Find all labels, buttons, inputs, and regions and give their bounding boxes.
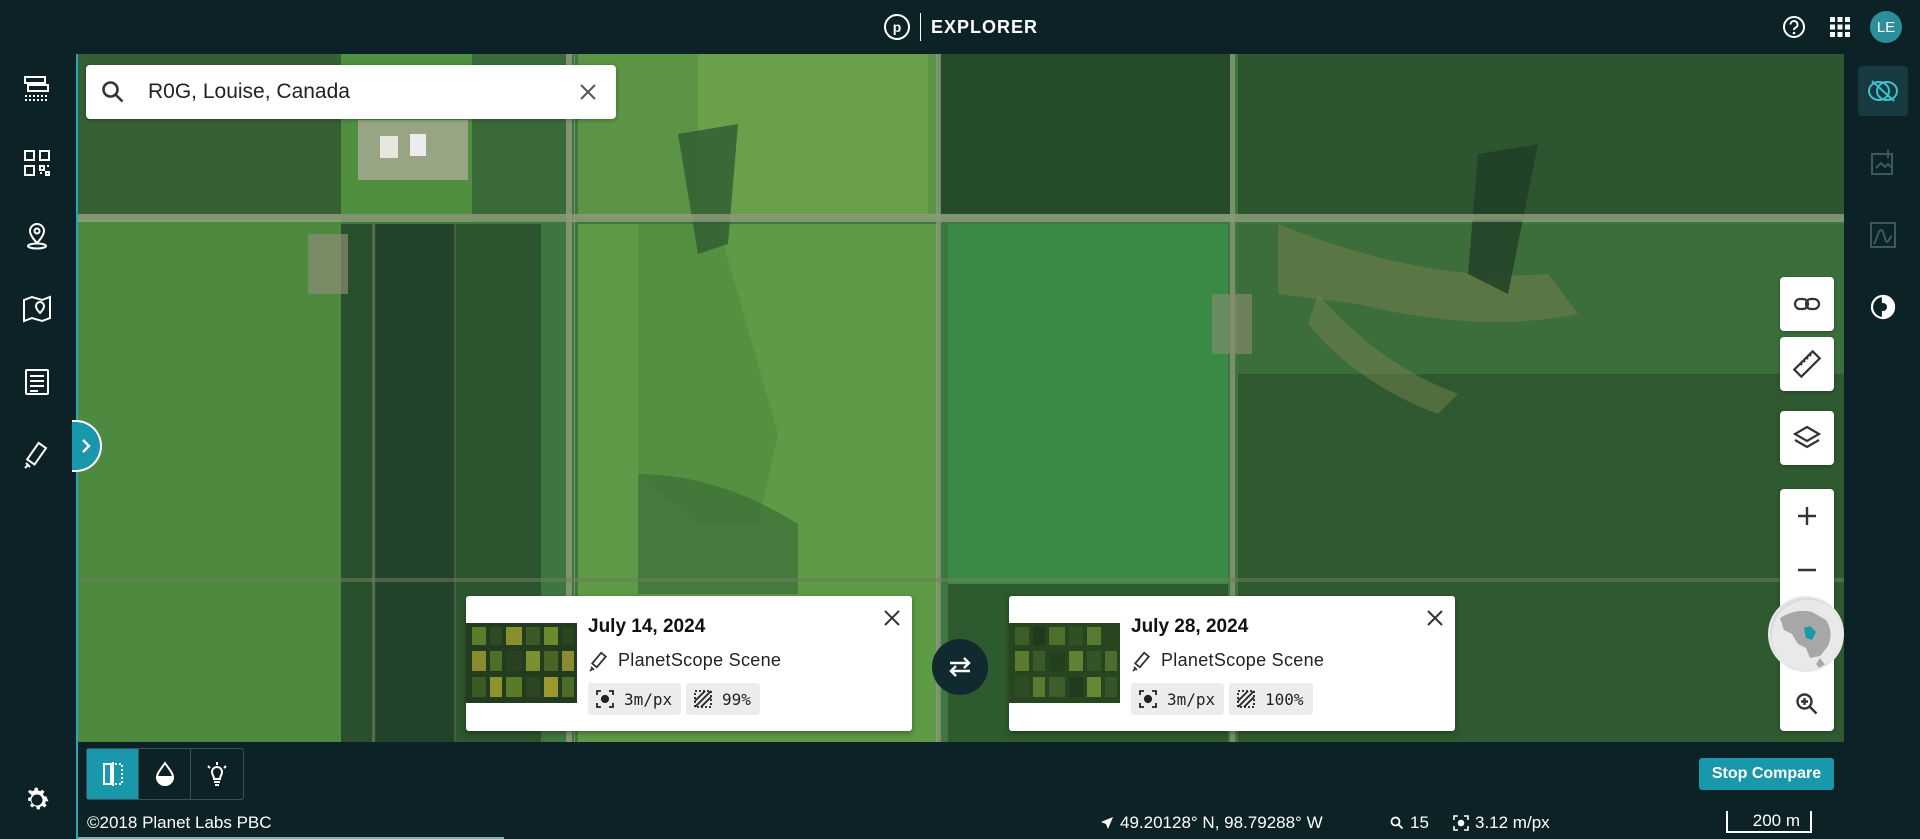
copyright-text: ©2018 Planet Labs PBC: [87, 813, 272, 832]
split-view-icon[interactable]: [87, 749, 139, 799]
scene-card-right[interactable]: July 28, 2024 PlanetScope Scene 3m/px 10…: [1009, 596, 1455, 731]
stop-compare-button[interactable]: Stop Compare: [1699, 758, 1834, 790]
resolution-chip: 3m/px: [588, 683, 682, 715]
coverage-chip: 100%: [1229, 683, 1313, 715]
resolution-value: 3.12 m/px: [1475, 813, 1550, 832]
magnifier-icon: [1390, 816, 1404, 830]
search-icon: [100, 79, 126, 105]
scene-date: July 14, 2024: [588, 616, 706, 637]
resolution-icon: [1453, 815, 1469, 831]
app-title: EXPLORER: [931, 16, 1039, 37]
opacity-icon[interactable]: [139, 749, 191, 799]
resolution-icon: [596, 690, 614, 708]
ruler-icon: [1792, 349, 1822, 379]
satellite-icon: [588, 650, 610, 672]
compare-icon[interactable]: [1858, 66, 1908, 116]
explorer-app: p EXPLORER LE R0G, Louise, Canada July 1…: [0, 0, 1920, 839]
zoom-level-value: 15: [1410, 813, 1429, 832]
scene-type: PlanetScope Scene: [1161, 650, 1325, 670]
chevron-right-icon: [82, 439, 91, 453]
swap-icon: [949, 657, 971, 677]
close-icon[interactable]: [882, 608, 902, 628]
right-rail: [1844, 54, 1920, 839]
satellite-icon: [1131, 650, 1153, 672]
scene-thumbnail: [1009, 623, 1120, 703]
layers-button[interactable]: [1780, 411, 1834, 465]
clear-search-icon[interactable]: [576, 80, 600, 104]
globe-icon[interactable]: [1768, 596, 1844, 672]
reports-icon[interactable]: [20, 365, 54, 399]
zoom-in-icon[interactable]: [1780, 489, 1834, 543]
coverage-icon: [694, 690, 712, 708]
resolution-icon: [1139, 690, 1157, 708]
link-icon: [1793, 297, 1821, 311]
help-icon[interactable]: [1781, 14, 1807, 40]
search-input[interactable]: [148, 75, 548, 109]
resolution-chip: 3m/px: [1131, 683, 1225, 715]
top-bar: p EXPLORER LE: [0, 0, 1920, 54]
coverage-chip: 99%: [686, 683, 760, 715]
scenes-icon[interactable]: [20, 72, 54, 106]
user-avatar[interactable]: LE: [1870, 11, 1902, 43]
measure-button[interactable]: [1780, 337, 1834, 391]
resolution-value: 3m/px: [624, 689, 673, 709]
spectral-icon[interactable]: [1858, 210, 1908, 260]
layers-icon: [1792, 425, 1822, 449]
timelapse-icon[interactable]: [1858, 282, 1908, 332]
share-link-button[interactable]: [1780, 277, 1834, 331]
zoom-out-icon[interactable]: [1780, 543, 1834, 597]
location-arrow-icon: [1101, 817, 1113, 829]
coverage-icon: [1237, 690, 1255, 708]
resolution-value: 3m/px: [1167, 689, 1216, 709]
planet-logo-icon: p: [884, 14, 910, 40]
coverage-value: 100%: [1265, 689, 1304, 709]
compare-mode-group: [86, 748, 244, 800]
scene-thumbnail: [466, 623, 577, 703]
resolution-readout: 3.12 m/px: [1453, 813, 1550, 833]
compare-toolbar: Stop Compare: [78, 742, 1844, 806]
left-rail: [0, 54, 76, 839]
apps-grid-icon[interactable]: [1827, 14, 1853, 40]
status-bar: ©2018 Planet Labs PBC 49.20128° N, 98.79…: [78, 806, 1844, 839]
mosaics-icon[interactable]: [20, 146, 54, 180]
scale-bar: 200 m: [1726, 811, 1812, 833]
map-pin-icon[interactable]: [20, 292, 54, 326]
add-image-icon[interactable]: [1858, 138, 1908, 188]
scene-date: July 28, 2024: [1131, 616, 1249, 637]
spotlight-icon[interactable]: [191, 749, 243, 799]
coordinates-readout: 49.20128° N, 98.79288° W: [1100, 813, 1323, 833]
settings-icon[interactable]: [20, 783, 54, 817]
scene-card-left[interactable]: July 14, 2024 PlanetScope Scene 3m/px 99…: [466, 596, 912, 731]
coordinates-value: 49.20128° N, 98.79288° W: [1120, 813, 1323, 832]
zoom-search-icon[interactable]: [1780, 677, 1834, 731]
brand[interactable]: p EXPLORER: [884, 13, 1038, 41]
scene-type: PlanetScope Scene: [618, 650, 782, 670]
zoom-level-readout: 15: [1390, 813, 1429, 833]
location-search: [86, 65, 616, 119]
places-icon[interactable]: [20, 219, 54, 253]
satellite-icon[interactable]: [20, 438, 54, 472]
close-icon[interactable]: [1425, 608, 1445, 628]
brand-divider: [920, 13, 921, 41]
coverage-value: 99%: [722, 689, 751, 709]
swap-scenes-button[interactable]: [932, 639, 988, 695]
